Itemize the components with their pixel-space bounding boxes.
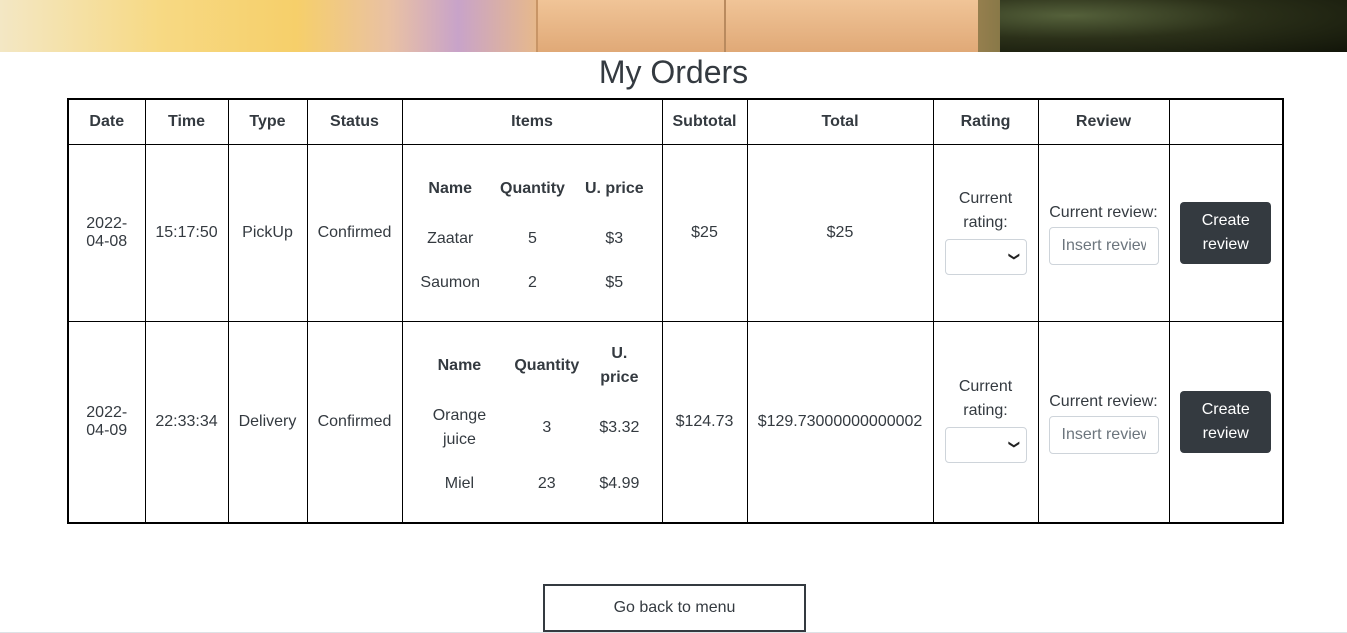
rating-label: Current rating: xyxy=(958,189,1013,231)
header-review: Review xyxy=(1037,98,1170,145)
order-time: 22:33:34 xyxy=(144,321,229,523)
review-label: Current review: xyxy=(1049,204,1158,221)
chevron-down-icon: ❯ xyxy=(1008,440,1021,450)
item-row: Miel 23 $4.99 xyxy=(411,462,654,506)
items-header-quantity: Quantity xyxy=(500,180,565,197)
create-review-button[interactable]: Create review xyxy=(1180,390,1272,453)
page-title: My Orders xyxy=(598,54,749,90)
item-row: Orange juice 3 $3.32 xyxy=(411,394,654,462)
item-name: Orange juice xyxy=(432,406,487,448)
item-unit-price: $3 xyxy=(605,230,624,247)
items-header-name: Name xyxy=(437,356,482,374)
rating-select[interactable]: ❯ xyxy=(944,238,1027,275)
order-date: 2022-04-09 xyxy=(67,321,146,523)
items-header-row: Name Quantity U. price xyxy=(411,161,654,217)
order-review-cell: Current review: xyxy=(1037,144,1170,322)
review-label: Current review: xyxy=(1049,392,1158,410)
table-header-row: Date Time Type Status Items Subtotal Tot… xyxy=(67,98,1284,145)
order-rating-cell: Current rating: ❯ xyxy=(932,321,1039,523)
item-quantity: 23 xyxy=(537,474,556,492)
rating-label: Current rating: xyxy=(958,378,1013,420)
order-type: PickUp xyxy=(227,144,308,322)
order-status: Confirmed xyxy=(306,321,403,523)
items-header-quantity: Quantity xyxy=(514,356,580,374)
header-time: Time xyxy=(144,98,229,145)
order-rating-cell: Current rating: ❯ xyxy=(932,144,1039,322)
item-row: Zaatar 5 $3 xyxy=(411,217,654,261)
items-header-row: Name Quantity U. price xyxy=(411,338,654,394)
item-name: Saumon xyxy=(420,274,480,291)
order-action-cell: Create review xyxy=(1168,321,1284,523)
orders-table: Date Time Type Status Items Subtotal Tot… xyxy=(67,98,1284,524)
item-quantity: 5 xyxy=(528,230,537,247)
header-subtotal: Subtotal xyxy=(661,98,748,145)
order-total: $129.73000000000002 xyxy=(746,321,934,523)
order-row: 2022-04-08 15:17:50 PickUp Confirmed Nam… xyxy=(67,144,1284,322)
review-input[interactable] xyxy=(1048,227,1159,265)
order-date: 2022-04-08 xyxy=(67,144,146,322)
review-input[interactable] xyxy=(1048,415,1159,454)
header-actions xyxy=(1168,98,1284,145)
header-type: Type xyxy=(227,98,308,145)
item-row: Saumon 2 $5 xyxy=(411,261,654,305)
header-items: Items xyxy=(401,98,663,145)
items-header-name: Name xyxy=(428,180,472,197)
order-subtotal: $124.73 xyxy=(661,321,748,523)
items-table: Name Quantity U. price Orange juice 3 $3… xyxy=(411,338,654,506)
order-row: 2022-04-09 22:33:34 Delivery Confirmed N… xyxy=(67,321,1284,523)
order-items-cell: Name Quantity U. price Zaatar 5 $3 Saumo… xyxy=(401,144,663,322)
rating-select[interactable]: ❯ xyxy=(944,427,1027,464)
item-unit-price: $5 xyxy=(605,274,624,291)
order-status: Confirmed xyxy=(306,144,403,322)
item-unit-price: $4.99 xyxy=(599,474,640,492)
items-table: Name Quantity U. price Zaatar 5 $3 Saumo… xyxy=(411,161,654,305)
header-status: Status xyxy=(306,98,403,145)
create-review-button[interactable]: Create review xyxy=(1180,202,1272,264)
item-name: Miel xyxy=(444,474,475,492)
header-total: Total xyxy=(746,98,934,145)
order-action-cell: Create review xyxy=(1168,144,1284,322)
item-name: Zaatar xyxy=(427,230,474,247)
banner-foliage-graphic xyxy=(1000,0,1347,52)
order-review-cell: Current review: xyxy=(1037,321,1170,523)
chevron-down-icon: ❯ xyxy=(1008,251,1021,261)
header-banner-image xyxy=(0,0,1347,52)
item-quantity: 3 xyxy=(542,418,552,436)
order-type: Delivery xyxy=(227,321,308,523)
header-date: Date xyxy=(67,98,146,145)
order-time: 15:17:50 xyxy=(144,144,229,322)
order-total: $25 xyxy=(746,144,934,322)
item-quantity: 2 xyxy=(528,274,537,291)
order-subtotal: $25 xyxy=(661,144,748,322)
back-to-menu-button[interactable]: Go back to menu xyxy=(543,584,806,632)
order-items-cell: Name Quantity U. price Orange juice 3 $3… xyxy=(401,321,663,523)
item-unit-price: $3.32 xyxy=(599,418,640,436)
items-header-unit-price: U. price xyxy=(584,180,644,197)
header-rating: Rating xyxy=(932,98,1039,145)
banner-box-graphic xyxy=(536,0,978,52)
items-header-unit-price: U. price xyxy=(600,344,639,386)
